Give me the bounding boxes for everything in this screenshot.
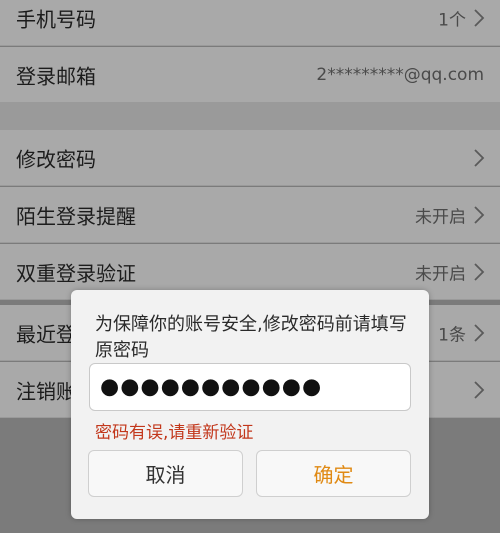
dialog-message: 为保障你的账号安全,修改密码前请填写原密码 xyxy=(95,314,407,361)
row-label: 手机号码 xyxy=(16,7,96,31)
row-value: 1个 xyxy=(438,10,466,30)
confirm-button[interactable]: 确定 xyxy=(256,450,411,497)
chevron-right-icon xyxy=(474,380,485,399)
row-change-password[interactable]: 修改密码 xyxy=(0,130,500,186)
password-input[interactable]: ●●●●●●●●●●● xyxy=(89,363,411,411)
row-value: 未开启 xyxy=(415,264,466,284)
chevron-right-icon xyxy=(474,323,485,342)
password-mask: ●●●●●●●●●●● xyxy=(100,374,323,400)
chevron-right-icon xyxy=(474,8,485,27)
row-label: 登录邮箱 xyxy=(16,64,96,88)
row-label: 修改密码 xyxy=(16,147,96,171)
row-label: 注销账 xyxy=(16,379,76,403)
error-message: 密码有误,请重新验证 xyxy=(95,423,254,443)
row-phone[interactable]: 手机号码 1个 xyxy=(0,0,500,46)
chevron-right-icon xyxy=(474,205,485,224)
row-value: 1条 xyxy=(438,325,466,345)
row-label: 最近登 xyxy=(16,322,76,346)
section-gap xyxy=(0,103,500,130)
row-label: 双重登录验证 xyxy=(16,261,136,285)
row-stranger-login-alert[interactable]: 陌生登录提醒 未开启 xyxy=(0,187,500,243)
row-label: 陌生登录提醒 xyxy=(16,204,136,228)
row-value: 2*********@qq.com xyxy=(316,64,484,85)
verify-password-dialog: 为保障你的账号安全,修改密码前请填写原密码 ●●●●●●●●●●● 密码有误,请… xyxy=(71,290,429,519)
chevron-right-icon xyxy=(474,262,485,281)
row-value: 未开启 xyxy=(415,207,466,227)
row-email[interactable]: 登录邮箱 2*********@qq.com xyxy=(0,47,500,103)
chevron-right-icon xyxy=(474,148,485,167)
cancel-button[interactable]: 取消 xyxy=(88,450,243,497)
